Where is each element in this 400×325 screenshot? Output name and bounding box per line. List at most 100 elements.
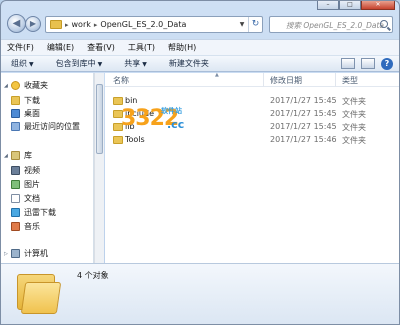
- details-pane: 4 个对象: [1, 263, 399, 324]
- nav-computer-label: 计算机: [24, 249, 48, 258]
- breadcrumb-separator-icon[interactable]: ▸: [94, 21, 98, 29]
- file-type: 文件夹: [342, 136, 366, 145]
- music-icon: [11, 222, 20, 231]
- explorer-window: – □ ✕ ◀ ▶ ▸ work ▸ OpenGL_ES_2.0_Data ▼ …: [0, 0, 400, 325]
- search-icon[interactable]: [380, 20, 388, 28]
- help-icon[interactable]: ?: [381, 58, 393, 70]
- scrollbar-thumb[interactable]: [96, 84, 103, 154]
- nav-desktop-label: 桌面: [24, 109, 40, 118]
- nav-item-xunlei-downloads[interactable]: 迅雷下载: [1, 206, 93, 219]
- organize-label: 组织: [11, 59, 27, 68]
- nav-music-label: 音乐: [24, 222, 40, 231]
- title-bar: – □ ✕: [1, 1, 399, 10]
- forward-button[interactable]: ▶: [25, 16, 41, 32]
- expand-icon[interactable]: ▷: [4, 251, 10, 257]
- chevron-down-icon: ▼: [97, 61, 103, 68]
- navigation-pane: ◢ 收藏夹 下载 桌面 最近访问的位置 ◢ 库 视频 图片 文档 迅雷下载 音乐…: [1, 73, 94, 263]
- library-icon: [11, 151, 20, 160]
- search-placeholder: 搜索 OpenGL_ES_2.0_Data: [286, 21, 384, 30]
- refresh-icon[interactable]: ↻: [248, 17, 262, 32]
- breadcrumb-current-folder[interactable]: OpenGL_ES_2.0_Data: [100, 20, 186, 29]
- organize-button[interactable]: 组织 ▼: [11, 58, 34, 69]
- desktop-icon: [11, 109, 20, 118]
- column-divider[interactable]: [335, 73, 336, 87]
- nav-item-documents[interactable]: 文档: [1, 192, 93, 205]
- column-name[interactable]: 名称: [113, 75, 129, 86]
- collapse-icon[interactable]: ◢: [4, 83, 10, 89]
- collapse-icon[interactable]: ◢: [4, 153, 10, 159]
- file-date: 2017/1/27 15:45: [270, 122, 337, 131]
- column-type[interactable]: 类型: [342, 75, 358, 86]
- nav-item-pictures[interactable]: 图片: [1, 178, 93, 191]
- folder-icon: [50, 20, 62, 29]
- chevron-down-icon: ▼: [29, 61, 34, 68]
- video-icon: [11, 166, 20, 175]
- file-list: ▲ 名称 修改日期 类型 bin 2017/1/27 15:45 文件夹 inc…: [105, 72, 399, 263]
- maximize-button[interactable]: □: [339, 1, 361, 10]
- watermark-domain: .cc: [167, 118, 185, 131]
- file-date: 2017/1/27 15:45: [270, 96, 337, 105]
- column-header: ▲ 名称 修改日期 类型: [105, 72, 399, 87]
- chevron-down-icon: ▼: [142, 61, 147, 68]
- nav-documents-label: 文档: [24, 194, 40, 203]
- nav-item-downloads[interactable]: 下载: [1, 94, 93, 107]
- breadcrumb-separator-icon[interactable]: ▸: [65, 21, 69, 29]
- new-folder-button[interactable]: 新建文件夹: [169, 58, 209, 69]
- nav-favorites-label: 收藏夹: [24, 81, 48, 90]
- search-input[interactable]: 搜索 OpenGL_ES_2.0_Data: [269, 16, 393, 33]
- address-bar[interactable]: ▸ work ▸ OpenGL_ES_2.0_Data ▼ ↻: [45, 16, 263, 33]
- nav-item-desktop[interactable]: 桌面: [1, 107, 93, 120]
- nav-item-videos[interactable]: 视频: [1, 164, 93, 177]
- nav-item-music[interactable]: 音乐: [1, 220, 93, 233]
- star-icon: [11, 81, 20, 90]
- back-button[interactable]: ◀: [7, 14, 26, 33]
- menu-edit[interactable]: 编辑(E): [47, 42, 74, 53]
- recent-places-icon: [11, 122, 20, 131]
- column-divider[interactable]: [263, 73, 264, 87]
- share-button[interactable]: 共享 ▼: [124, 58, 147, 69]
- nav-favorites[interactable]: ◢ 收藏夹: [1, 79, 93, 92]
- share-label: 共享: [124, 59, 141, 68]
- breadcrumb-work[interactable]: work: [72, 20, 91, 29]
- file-type: 文件夹: [342, 123, 366, 132]
- file-type: 文件夹: [342, 110, 366, 119]
- file-date: 2017/1/27 15:46: [270, 135, 337, 144]
- address-row: ◀ ▶ ▸ work ▸ OpenGL_ES_2.0_Data ▼ ↻ 搜索 O…: [1, 11, 399, 37]
- folder-icon: [113, 97, 123, 105]
- folder-front: [20, 282, 62, 314]
- nav-recent-label: 最近访问的位置: [24, 122, 80, 131]
- change-view-icon[interactable]: [341, 58, 355, 69]
- menu-view[interactable]: 查看(V): [87, 42, 115, 53]
- pictures-icon: [11, 180, 20, 189]
- downloads-icon: [11, 208, 20, 217]
- nav-downloads-label: 下载: [24, 96, 40, 105]
- chevron-down-icon[interactable]: ▼: [236, 17, 248, 32]
- nav-pane-scrollbar[interactable]: [94, 73, 104, 263]
- menu-bar: 文件(F) 编辑(E) 查看(V) 工具(T) 帮助(H): [1, 39, 399, 55]
- nav-libraries[interactable]: ◢ 库: [1, 149, 93, 162]
- include-library-button[interactable]: 包含到库中 ▼: [56, 58, 103, 69]
- nav-pictures-label: 图片: [24, 180, 40, 189]
- watermark-brand: 软件站: [161, 107, 182, 115]
- caption-buttons: – □ ✕: [317, 1, 395, 10]
- column-date[interactable]: 修改日期: [270, 75, 302, 86]
- file-type: 文件夹: [342, 97, 366, 106]
- file-date: 2017/1/27 15:45: [270, 109, 337, 118]
- preview-pane-icon[interactable]: [361, 58, 375, 69]
- computer-icon: [11, 249, 20, 258]
- close-button[interactable]: ✕: [361, 1, 395, 10]
- nav-computer[interactable]: ▷ 计算机: [1, 247, 93, 260]
- large-folder-icon: [15, 274, 62, 314]
- menu-tools[interactable]: 工具(T): [128, 42, 155, 53]
- nav-item-recent[interactable]: 最近访问的位置: [1, 120, 93, 133]
- menu-file[interactable]: 文件(F): [7, 42, 34, 53]
- file-name: bin: [125, 96, 138, 105]
- documents-icon: [11, 194, 20, 203]
- menu-help[interactable]: 帮助(H): [168, 42, 196, 53]
- view-controls: ?: [341, 58, 393, 70]
- command-bar: 组织 ▼ 包含到库中 ▼ 共享 ▼ 新建文件夹 ?: [1, 55, 399, 72]
- sort-arrow-icon: ▲: [215, 72, 219, 78]
- minimize-button[interactable]: –: [317, 1, 339, 10]
- item-count: 4 个对象: [77, 271, 109, 280]
- nav-xunlei-label: 迅雷下载: [24, 208, 56, 217]
